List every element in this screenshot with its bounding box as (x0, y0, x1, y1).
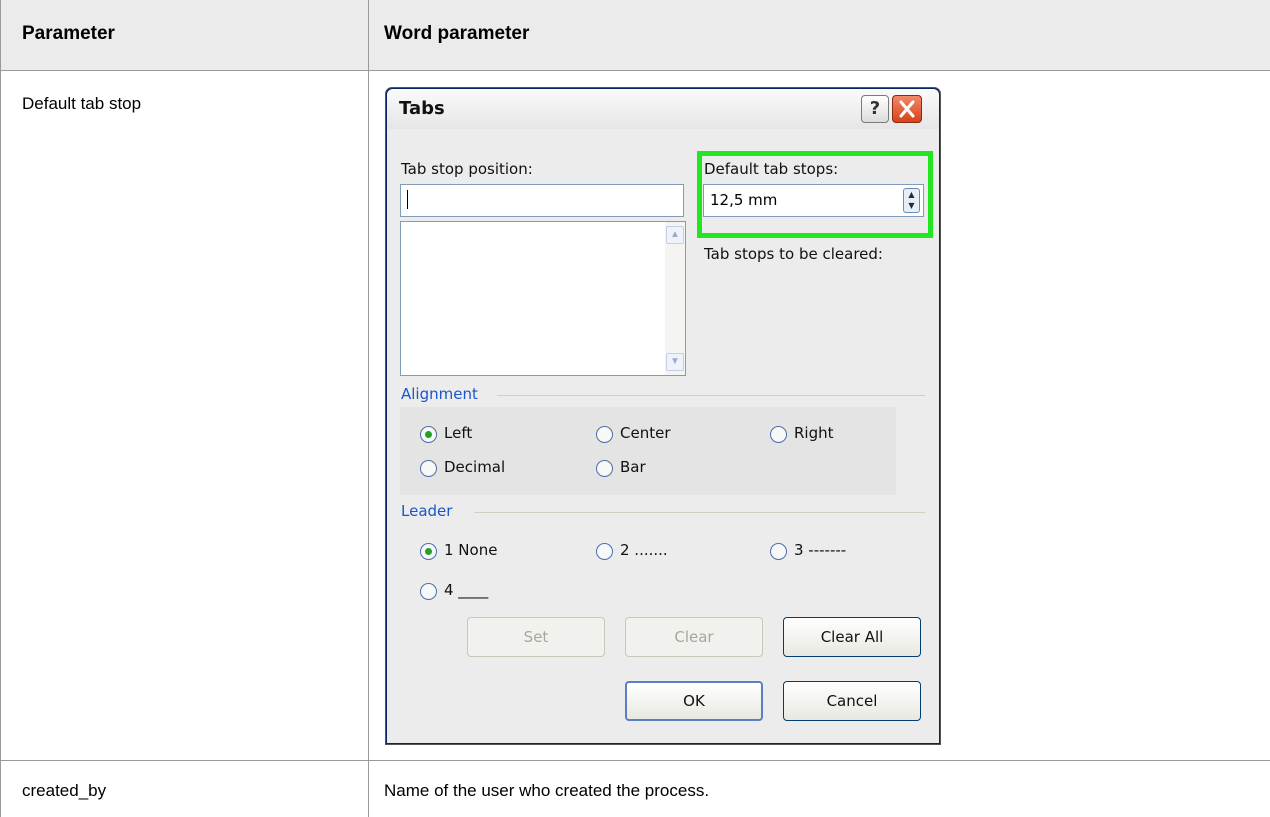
tab-stop-position-label: Tab stop position: (401, 160, 533, 178)
radio-leader-dots[interactable] (596, 543, 613, 560)
divider (0, 760, 1270, 761)
radio-left[interactable] (420, 426, 437, 443)
radio-right[interactable] (770, 426, 787, 443)
list-scrollbar[interactable]: ▲ ▼ (665, 222, 685, 375)
tab-stops-cleared-label: Tab stops to be cleared: (704, 245, 883, 263)
radio-bar-label[interactable]: Bar (620, 458, 646, 476)
divider (0, 0, 1, 817)
set-button[interactable]: Set (467, 617, 605, 657)
header-word-parameter: Word parameter (384, 23, 530, 44)
radio-decimal-label[interactable]: Decimal (444, 458, 505, 476)
header-parameter: Parameter (22, 23, 115, 45)
leader-group-label: Leader (401, 502, 453, 520)
row-2-value: Name of the user who created the process… (384, 781, 710, 800)
tab-stops-list[interactable]: ▲ ▼ (400, 221, 686, 376)
radio-leader-none[interactable] (420, 543, 437, 560)
close-button[interactable] (892, 95, 922, 123)
ok-button[interactable]: OK (625, 681, 763, 721)
tab-stop-position-input[interactable] (400, 184, 684, 217)
radio-bar[interactable] (596, 460, 613, 477)
radio-leader-none-label[interactable]: 1 None (444, 541, 497, 559)
radio-leader-dashes-label[interactable]: 3 ------- (794, 541, 846, 559)
alignment-group-label: Alignment (401, 385, 478, 403)
help-button[interactable]: ? (861, 95, 889, 123)
divider (497, 395, 925, 396)
text-caret (407, 190, 408, 209)
radio-leader-line-label[interactable]: 4 ____ (444, 581, 488, 599)
radio-center-label[interactable]: Center (620, 424, 671, 442)
divider (474, 512, 925, 513)
scroll-down-icon[interactable]: ▼ (666, 353, 684, 371)
clear-all-button[interactable]: Clear All (783, 617, 921, 657)
alignment-group (400, 407, 896, 495)
close-icon (899, 100, 915, 118)
radio-leader-dots-label[interactable]: 2 ....... (620, 541, 668, 559)
dialog-title: Tabs (399, 98, 445, 119)
clear-button[interactable]: Clear (625, 617, 763, 657)
radio-decimal[interactable] (420, 460, 437, 477)
radio-leader-dashes[interactable] (770, 543, 787, 560)
row-2-parameter: created_by (22, 781, 107, 800)
cancel-button[interactable]: Cancel (783, 681, 921, 721)
divider (368, 0, 369, 817)
radio-center[interactable] (596, 426, 613, 443)
divider (0, 70, 1270, 71)
radio-left-label[interactable]: Left (444, 424, 472, 442)
dialog-titlebar: Tabs ? (387, 89, 939, 129)
highlight-box (697, 151, 933, 238)
row-1-parameter: Default tab stop (22, 94, 142, 113)
radio-leader-line[interactable] (420, 583, 437, 600)
radio-right-label[interactable]: Right (794, 424, 834, 442)
header-row (0, 0, 1270, 70)
scroll-up-icon[interactable]: ▲ (666, 226, 684, 244)
